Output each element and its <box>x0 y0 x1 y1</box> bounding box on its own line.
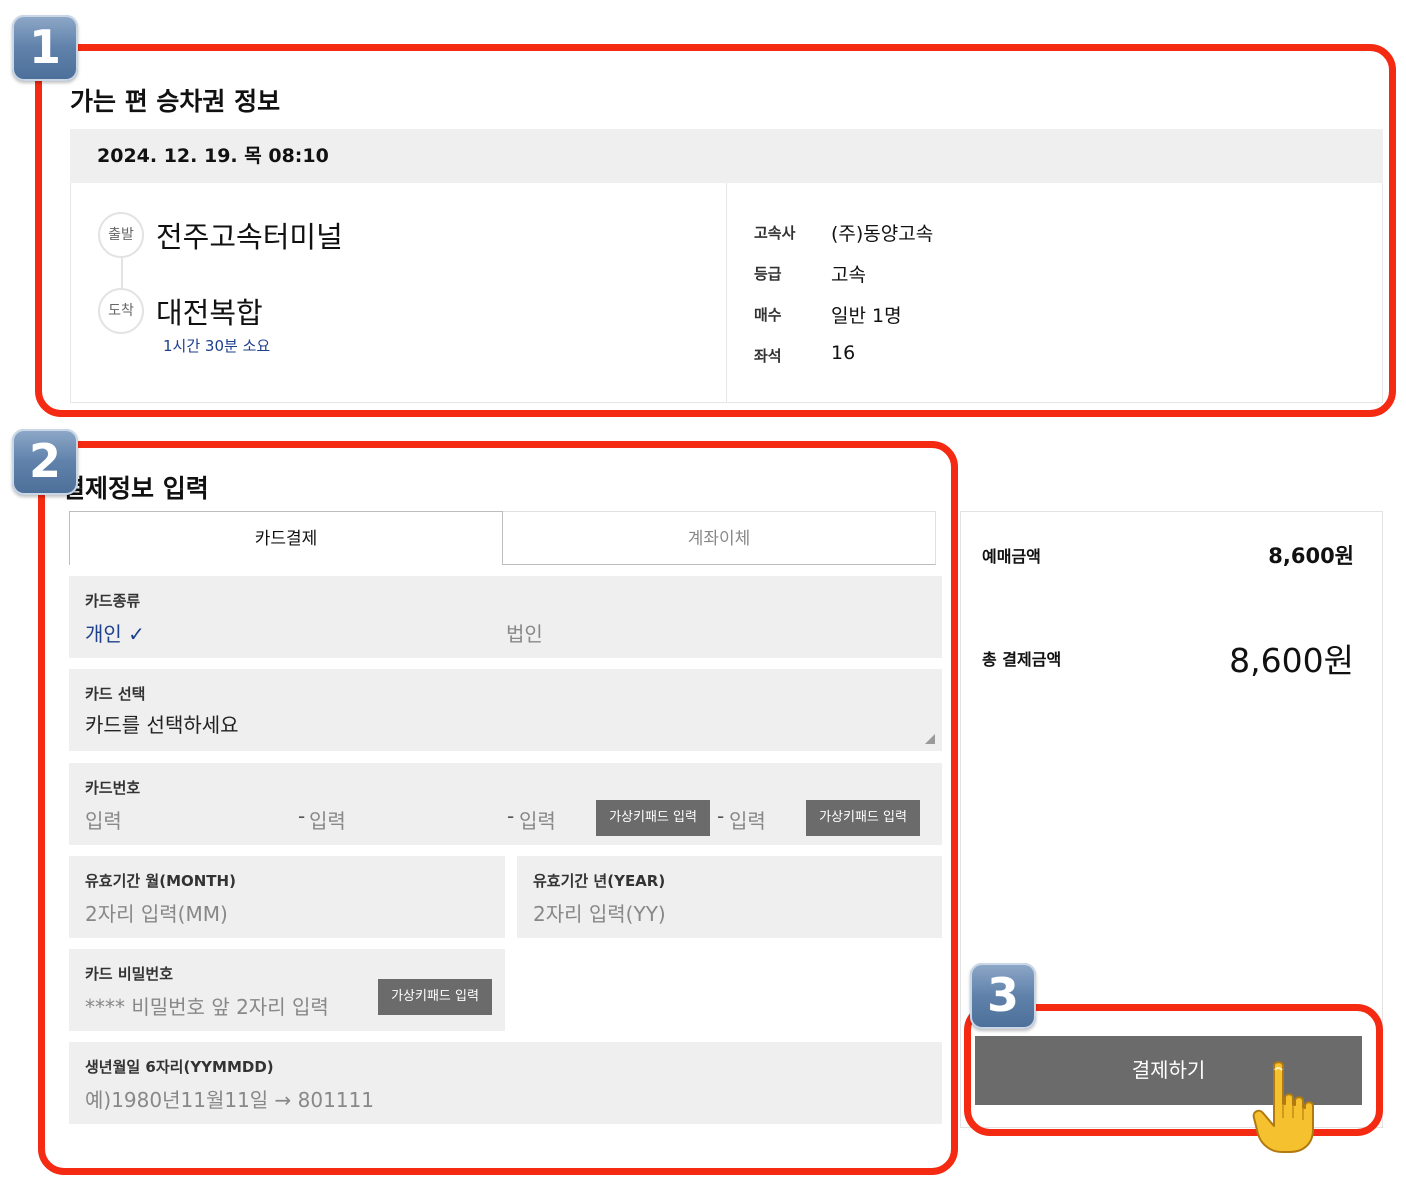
card-select-placeholder: 카드를 선택하세요 <box>85 713 239 737</box>
card-type-personal-option[interactable]: 개인 ✓ <box>85 618 145 647</box>
card-number-3-virtual-keypad-button[interactable]: 가상키패드 입력 <box>596 800 710 836</box>
card-type-personal-label: 개인 <box>85 622 122 646</box>
step-marker-1: 1 <box>12 15 78 81</box>
arrival-tag: 도착 <box>98 288 144 334</box>
card-password-input[interactable]: **** 비밀번호 앞 2자리 입력 <box>85 991 329 1020</box>
expiry-year-field[interactable]: 유효기간 년(YEAR) 2자리 입력(YY) <box>517 856 942 938</box>
card-password-field: 카드 비밀번호 **** 비밀번호 앞 2자리 입력 가상키패드 입력 <box>69 949 505 1031</box>
info-key-company: 고속사 <box>754 224 796 242</box>
expiry-month-label: 유효기간 월(MONTH) <box>85 872 236 890</box>
card-number-input-2[interactable]: 입력 <box>309 805 346 834</box>
tab-bank-transfer[interactable]: 계좌이체 <box>503 511 936 565</box>
birth-date-field[interactable]: 생년월일 6자리(YYMMDD) 예)1980년11월11일 → 801111 <box>69 1042 942 1124</box>
card-number-field: 카드번호 입력 - 입력 - 입력 가상키패드 입력 - 입력 가상키패드 입력 <box>69 763 942 845</box>
check-icon: ✓ <box>128 622 145 646</box>
info-key-seat: 좌석 <box>754 347 782 365</box>
total-label: 총 결제금액 <box>982 650 1062 669</box>
card-number-input-4[interactable]: 입력 <box>729 805 766 834</box>
card-type-field: 카드종류 개인 ✓ 법인 <box>69 576 942 658</box>
card-number-label: 카드번호 <box>85 779 141 797</box>
departure-station: 전주고속터미널 <box>156 220 343 254</box>
expiry-month-field[interactable]: 유효기간 월(MONTH) 2자리 입력(MM) <box>69 856 505 938</box>
departure-tag: 출발 <box>98 212 144 258</box>
birth-date-input[interactable]: 예)1980년11월11일 → 801111 <box>85 1084 374 1113</box>
info-value-grade: 고속 <box>831 264 866 286</box>
payment-section-title: 결제정보 입력 <box>62 474 209 503</box>
card-number-input-1[interactable]: 입력 <box>85 805 122 834</box>
fare-value: 8,600원 <box>1268 544 1354 568</box>
card-number-input-3[interactable]: 입력 <box>519 805 556 834</box>
ticket-divider <box>726 183 727 403</box>
card-type-label: 카드종류 <box>85 592 141 610</box>
total-value: 8,600원 <box>1229 641 1354 680</box>
info-key-count: 매수 <box>754 306 782 324</box>
card-number-separator-3: - <box>717 804 725 828</box>
expiry-month-input[interactable]: 2자리 입력(MM) <box>85 898 228 927</box>
card-password-label: 카드 비밀번호 <box>85 965 174 983</box>
info-value-count: 일반 1명 <box>831 305 902 327</box>
tab-card-payment[interactable]: 카드결제 <box>69 511 503 565</box>
trip-duration: 1시간 30분 소요 <box>163 337 271 355</box>
card-select-label: 카드 선택 <box>85 685 146 703</box>
card-password-virtual-keypad-button[interactable]: 가상키패드 입력 <box>378 979 492 1015</box>
fare-label: 예매금액 <box>982 547 1041 566</box>
card-number-4-virtual-keypad-button[interactable]: 가상키패드 입력 <box>806 800 920 836</box>
expiry-year-label: 유효기간 년(YEAR) <box>533 872 666 890</box>
card-number-separator-2: - <box>507 804 515 828</box>
arrival-station: 대전복합 <box>156 296 263 330</box>
dropdown-corner-icon <box>925 734 935 744</box>
info-value-company: (주)동양고속 <box>831 223 934 245</box>
pointing-hand-icon <box>1252 1061 1314 1153</box>
route-line <box>121 258 123 288</box>
expiry-year-input[interactable]: 2자리 입력(YY) <box>533 898 666 927</box>
info-key-grade: 등급 <box>754 265 782 283</box>
card-type-corporate-option[interactable]: 법인 <box>506 618 543 647</box>
outbound-section-title: 가는 편 승차권 정보 <box>70 87 281 116</box>
card-number-separator-1: - <box>298 804 306 828</box>
birth-date-label: 생년월일 6자리(YYMMDD) <box>85 1058 274 1076</box>
step-marker-2: 2 <box>12 429 78 495</box>
info-value-seat: 16 <box>831 342 856 364</box>
step-marker-3: 3 <box>970 963 1036 1029</box>
card-select-dropdown[interactable]: 카드 선택 카드를 선택하세요 <box>69 669 942 751</box>
departure-datetime: 2024. 12. 19. 목 08:10 <box>70 129 1383 183</box>
